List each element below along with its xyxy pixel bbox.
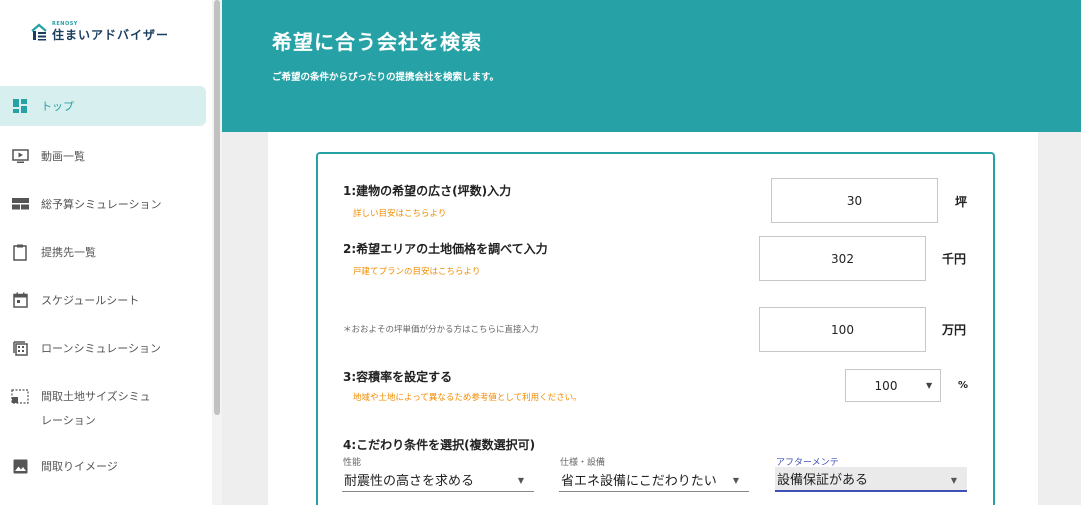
sidebar-item-label: スケジュールシート xyxy=(41,294,140,307)
sidebar-item-label: 間取りイメージ xyxy=(41,460,118,473)
calendar-icon xyxy=(11,292,29,308)
sidebar-item-label: ローンシミュレーション xyxy=(41,342,162,355)
house-logo-icon xyxy=(30,23,48,41)
brand-small: RENOSY xyxy=(52,21,78,27)
sidebar-scrollbar-thumb[interactable] xyxy=(214,0,220,415)
table-icon xyxy=(11,196,29,212)
page-title: 希望に合う会社を検索 xyxy=(272,30,482,54)
tsubo-price-input[interactable]: 100 xyxy=(759,307,926,352)
q4-title: 4:こだわり条件を選択(複数選択可) xyxy=(343,438,536,452)
sidebar-item-label: トップ xyxy=(41,100,74,113)
calculator-icon xyxy=(11,340,29,356)
image-icon xyxy=(11,458,29,474)
q1-title: 1:建物の希望の広さ(坪数)入力 xyxy=(343,184,512,198)
caret-down-icon: ▼ xyxy=(926,381,933,390)
q2-note: ＊おおよその坪単価が分かる方はこちらに直接入力 xyxy=(343,325,539,335)
after-maintenance-select-value: 設備保証がある xyxy=(777,473,869,488)
sidebar-nav: トップ 動画一覧 総予算シミュレーション 提携先一覧 スケジュールシート ローン… xyxy=(0,86,212,492)
q1-guide-link[interactable]: 詳しい目安はこちらより xyxy=(353,207,446,219)
caret-down-icon: ▼ xyxy=(950,476,957,485)
sidebar-item-partners[interactable]: 提携先一覧 xyxy=(0,230,212,278)
q2b-unit: 万円 xyxy=(942,323,967,337)
floor-area-input[interactable]: 30 xyxy=(771,178,938,223)
sidebar-item-label: 間取土地サイズシミュレーション xyxy=(41,390,151,427)
sidebar-item-loan-sim[interactable]: ローンシミュレーション xyxy=(0,326,212,374)
floor-area-ratio-value: 100 xyxy=(874,378,898,393)
q3-unit: % xyxy=(958,380,969,391)
sidebar-item-label: 総予算シミュレーション xyxy=(41,198,162,211)
q2-guide-link[interactable]: 戸建てプランの目安はこちらより xyxy=(353,265,480,277)
brand-logo[interactable]: RENOSY 住まいアドバイザー xyxy=(30,22,169,41)
caret-down-icon: ▼ xyxy=(732,476,739,485)
q2-title: 2:希望エリアの土地価格を調べて入力 xyxy=(343,242,548,256)
q2-unit: 千円 xyxy=(942,252,967,266)
brand-name: 住まいアドバイザー xyxy=(52,28,170,42)
sidebar-item-label: 提携先一覧 xyxy=(41,246,96,259)
land-price-input[interactable]: 302 xyxy=(759,236,926,281)
sidebar-item-videos[interactable]: 動画一覧 xyxy=(0,134,212,182)
sidebar: RENOSY 住まいアドバイザー トップ 動画一覧 総予算シミュレーション 提携… xyxy=(0,0,212,505)
performance-select-value: 耐震性の高さを求める xyxy=(344,473,475,489)
clipboard-icon xyxy=(11,244,29,261)
q1-unit: 坪 xyxy=(955,195,968,209)
after-maintenance-select[interactable]: 設備保証がある ▼ xyxy=(775,467,967,492)
sidebar-item-floorplan-sim[interactable]: 間取土地サイズシミュレーション xyxy=(0,374,212,444)
sidebar-item-label: 動画一覧 xyxy=(41,150,85,163)
page-header: 希望に合う会社を検索 ご希望の条件からぴったりの提携会社を検索します。 xyxy=(222,0,1081,132)
sidebar-item-top[interactable]: トップ xyxy=(0,86,206,126)
page-subtitle: ご希望の条件からぴったりの提携会社を検索します。 xyxy=(272,72,500,83)
q3-title: 3:容積率を設定する xyxy=(343,370,453,384)
spec-select-value: 省エネ設備にこだわりたい xyxy=(561,473,717,489)
video-icon xyxy=(11,148,29,164)
sidebar-item-schedule[interactable]: スケジュールシート xyxy=(0,278,212,326)
sidebar-item-budget-sim[interactable]: 総予算シミュレーション xyxy=(0,182,212,230)
performance-select[interactable]: 耐震性の高さを求める ▼ xyxy=(342,467,534,492)
q3-note: 地域や土地によって異なるため参考値として利用ください。 xyxy=(353,393,582,403)
floor-area-ratio-select[interactable]: 100 ▼ xyxy=(845,369,941,402)
spec-select[interactable]: 省エネ設備にこだわりたい ▼ xyxy=(559,467,749,492)
sidebar-item-floorplan-image[interactable]: 間取りイメージ xyxy=(0,444,212,492)
caret-down-icon: ▼ xyxy=(517,476,524,485)
dashboard-icon xyxy=(11,98,29,114)
